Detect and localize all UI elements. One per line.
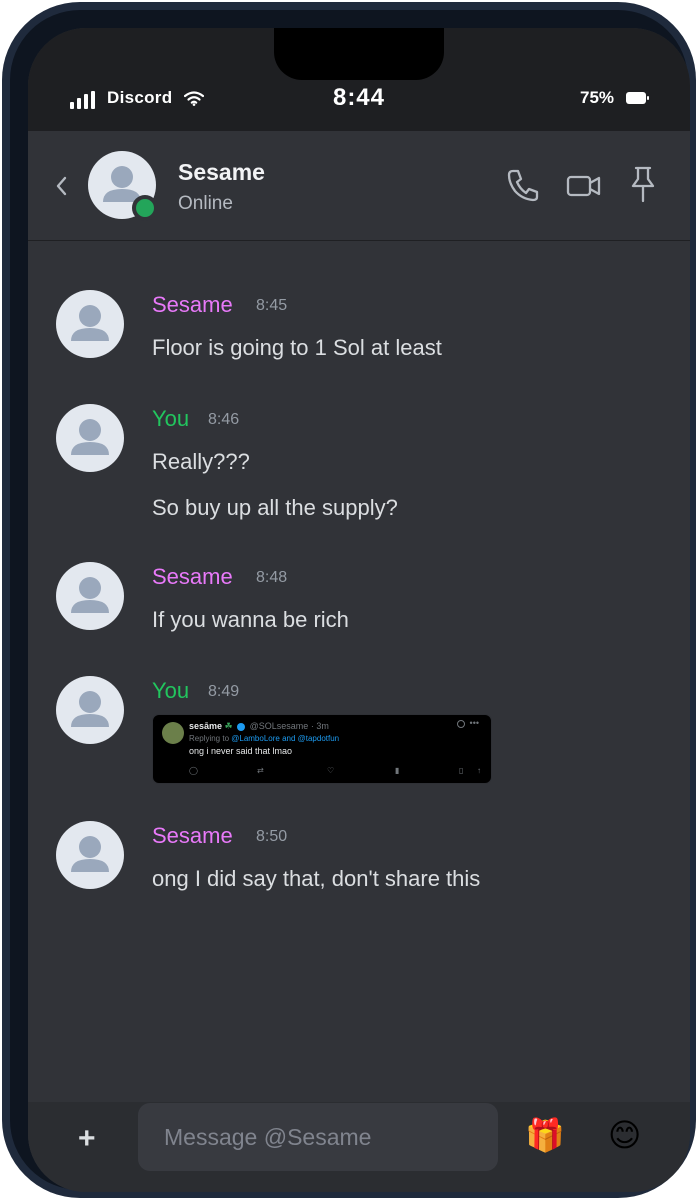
tweet-text: ong i never said that lmao bbox=[189, 746, 293, 756]
share-icon: ↑ bbox=[477, 766, 481, 775]
message-author[interactable]: You bbox=[152, 678, 189, 704]
avatar[interactable] bbox=[56, 290, 124, 358]
message-author[interactable]: Sesame bbox=[152, 823, 233, 849]
message-text: Floor is going to 1 Sol at least bbox=[152, 335, 442, 360]
replying-prefix: Replying to bbox=[189, 734, 232, 743]
message-input[interactable] bbox=[138, 1103, 498, 1171]
message-author[interactable]: Sesame bbox=[152, 292, 233, 318]
phone-icon[interactable] bbox=[506, 167, 540, 203]
status-bar: Discord 8:44 75% bbox=[28, 28, 690, 131]
tweet-screenshot-attachment[interactable]: sesāme ☘ @SOLsesame · 3m ••• Replying to… bbox=[152, 714, 492, 784]
contact-status: Online bbox=[178, 193, 233, 214]
phone-bezel: Discord 8:44 75% Sesame Online Sesame 8:… bbox=[10, 10, 690, 1192]
message-author[interactable]: Sesame bbox=[152, 564, 233, 590]
tweet-handle: @SOLsesame · 3m bbox=[249, 721, 329, 731]
emoji-picker-icon[interactable]: 😊 bbox=[608, 1116, 641, 1154]
message-text: So buy up all the supply? bbox=[152, 495, 398, 520]
message-text: Really??? bbox=[152, 449, 250, 474]
message-composer: + 🎁 😊 bbox=[28, 1102, 690, 1192]
message-timestamp: 8:50 bbox=[256, 828, 288, 845]
replying-mentions: @LamboLore and @tapdotfun bbox=[231, 734, 340, 743]
message-text: If you wanna be rich bbox=[152, 607, 349, 632]
chevron-left-icon[interactable] bbox=[54, 175, 68, 197]
notch bbox=[274, 28, 444, 80]
gift-icon[interactable]: 🎁 bbox=[525, 1116, 565, 1154]
video-camera-icon[interactable] bbox=[566, 171, 602, 201]
reply-icon: ◯ bbox=[189, 766, 198, 775]
avatar[interactable] bbox=[56, 404, 124, 472]
dm-header: Sesame Online bbox=[28, 131, 690, 241]
retweet-icon: ⇄ bbox=[257, 766, 264, 775]
avatar[interactable] bbox=[56, 821, 124, 889]
tweet-actions: ◯ ⇄ ♡ ▮ ▯ ↑ bbox=[189, 766, 485, 776]
bookmark-icon: ▯ bbox=[459, 766, 464, 775]
add-attachment-button[interactable]: + bbox=[78, 1122, 96, 1156]
message-timestamp: 8:48 bbox=[256, 569, 288, 586]
verified-badge-icon bbox=[237, 722, 246, 731]
clover-icon: ☘ bbox=[224, 721, 233, 731]
tweet-author-name: sesāme bbox=[189, 721, 223, 731]
online-status-dot bbox=[132, 195, 158, 221]
contact-name[interactable]: Sesame bbox=[178, 159, 265, 186]
app-screen: Discord 8:44 75% Sesame Online Sesame 8:… bbox=[28, 28, 690, 1192]
avatar[interactable] bbox=[56, 676, 124, 744]
message-author[interactable]: You bbox=[152, 406, 189, 432]
grok-icon bbox=[457, 720, 465, 728]
more-icon: ••• bbox=[469, 718, 479, 728]
tweet-avatar bbox=[162, 722, 184, 744]
message-text: ong I did say that, don't share this bbox=[152, 866, 481, 891]
battery-percent: 75% bbox=[580, 88, 615, 107]
message-timestamp: 8:46 bbox=[208, 411, 240, 428]
views-icon: ▮ bbox=[395, 766, 400, 775]
avatar[interactable] bbox=[56, 562, 124, 630]
tweet-author-line: sesāme ☘ @SOLsesame · 3m bbox=[189, 721, 329, 732]
message-timestamp: 8:45 bbox=[256, 297, 288, 314]
tweet-replying-to: Replying to @LamboLore and @tapdotfun bbox=[189, 734, 339, 743]
phone-frame: Discord 8:44 75% Sesame Online Sesame 8:… bbox=[2, 2, 696, 1198]
message-timestamp: 8:49 bbox=[208, 683, 240, 700]
pin-icon[interactable] bbox=[629, 165, 657, 205]
battery-icon bbox=[626, 92, 649, 104]
like-icon: ♡ bbox=[327, 766, 335, 775]
